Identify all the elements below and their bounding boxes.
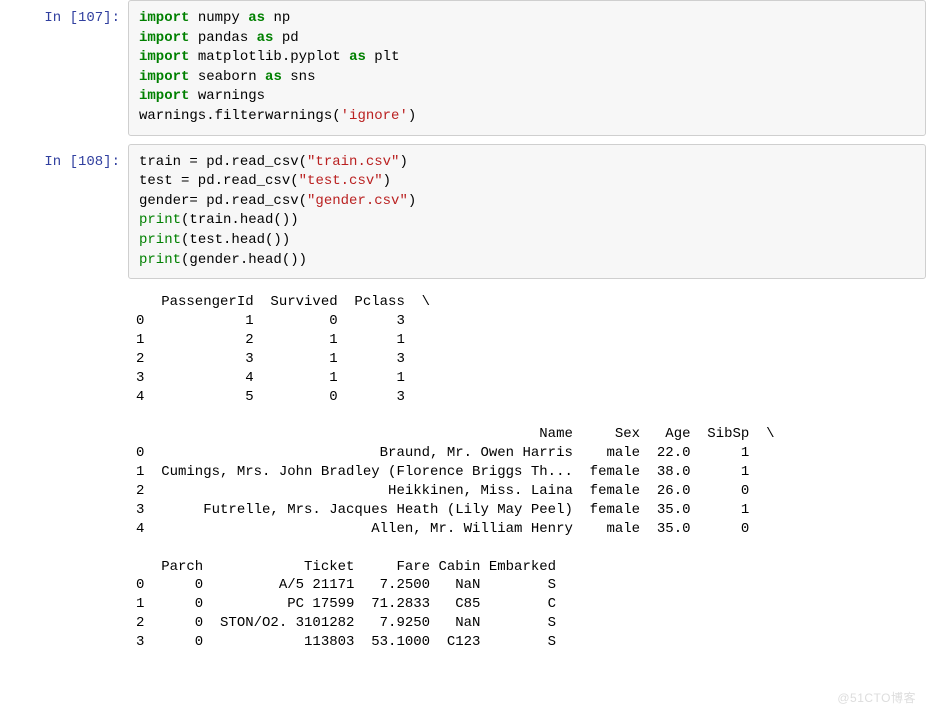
stdout-output: PassengerId Survived Pclass \ 0 1 0 3 1 … (128, 287, 926, 652)
prompt-label: In (44, 154, 69, 170)
code-input[interactable]: train = pd.read_csv("train.csv") test = … (128, 144, 926, 280)
watermark-text: @51CTO博客 (837, 689, 916, 706)
input-prompt: In [107]: (0, 0, 128, 136)
code-cell: In [107]: import numpy as np import pand… (0, 0, 926, 136)
code-cell: In [108]: train = pd.read_csv("train.csv… (0, 144, 926, 280)
code-input[interactable]: import numpy as np import pandas as pd i… (128, 0, 926, 136)
prompt-label: In (44, 10, 69, 26)
input-prompt: In [108]: (0, 144, 128, 280)
output-prompt (0, 287, 128, 652)
prompt-number: [108]: (70, 154, 120, 170)
prompt-number: [107]: (70, 10, 120, 26)
output-cell: PassengerId Survived Pclass \ 0 1 0 3 1 … (0, 287, 926, 652)
